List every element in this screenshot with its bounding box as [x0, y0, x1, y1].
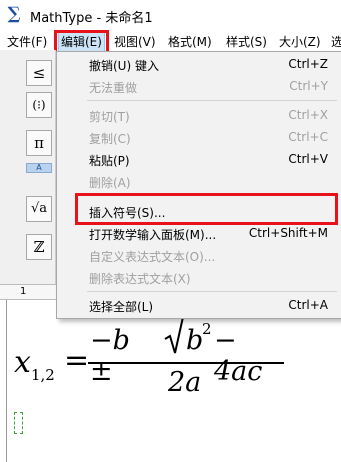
formula-numerator-part: −b ±	[90, 325, 130, 387]
sets-palette-button[interactable]: ℤ	[26, 234, 52, 260]
shortcut-paste: Ctrl+V	[288, 152, 328, 166]
fraction-bar	[88, 362, 284, 364]
menu-item-copy: 复制(C)	[89, 132, 131, 146]
menu-separator	[87, 100, 337, 101]
title-bar: ∑ MathType - 未命名1	[0, 0, 341, 30]
shortcut-redo: Ctrl+Y	[289, 79, 328, 93]
window-title: MathType - 未命名1	[30, 11, 153, 26]
menu-size[interactable]: 大小(Z)	[279, 33, 321, 50]
formula-radicand-base: b	[186, 325, 204, 356]
insert-symbol-highlight-box	[75, 193, 338, 225]
menu-view[interactable]: 视图(V)	[114, 33, 156, 50]
formula-radicand-rest: − 4ac	[214, 325, 263, 387]
radical-sign-icon	[164, 316, 184, 354]
edit-menu-dropdown: 撤销(U) 键入 Ctrl+Z 无法重做 Ctrl+Y 剪切(T) Ctrl+X…	[56, 51, 341, 319]
shortcut-math-input-panel: Ctrl+Shift+M	[248, 226, 328, 240]
formula-lhs-subscript: 1,2	[31, 366, 55, 384]
palette-tab[interactable]: A	[26, 163, 52, 173]
fences-palette-button[interactable]: (⁝)	[26, 92, 52, 118]
menu-file[interactable]: 文件(F)	[7, 33, 47, 50]
symbol-palette: ≤ (⁝) π A √a ℤ	[0, 50, 56, 300]
formula-lhs-var: x	[14, 345, 31, 380]
menu-more[interactable]: 选	[331, 33, 341, 50]
menu-item-select-all[interactable]: 选择全部(L)	[89, 298, 153, 315]
relations-palette-button[interactable]: ≤	[26, 60, 52, 86]
radicals-palette-button[interactable]: √a	[26, 196, 52, 222]
insertion-slot[interactable]	[14, 412, 23, 434]
shortcut-copy: Ctrl+C	[288, 130, 328, 144]
menu-format[interactable]: 格式(M)	[168, 33, 212, 50]
menu-item-cut: 剪切(T)	[89, 110, 130, 124]
menu-separator	[87, 291, 337, 292]
ruler-mark-label: 1	[20, 286, 27, 297]
menu-style[interactable]: 样式(S)	[226, 33, 267, 50]
menu-item-redo: 无法重做	[89, 81, 138, 95]
shortcut-cut: Ctrl+X	[288, 108, 328, 122]
menu-bar: 文件(F) 编辑(E) 视图(V) 格式(M) 样式(S) 大小(Z) 选	[0, 30, 341, 52]
formula-radicand-exponent: 2	[202, 320, 212, 338]
menu-item-undo[interactable]: 撤销(U) 键入	[89, 57, 159, 74]
mathtype-logo-icon: ∑	[7, 4, 21, 24]
formula-denominator: 2a	[168, 367, 202, 398]
editor-left-border	[6, 300, 7, 462]
menu-item-paste[interactable]: 粘贴(P)	[89, 152, 130, 169]
formula-equals: =	[64, 343, 90, 378]
shortcut-undo: Ctrl+Z	[288, 57, 328, 71]
greek-palette-button[interactable]: π	[26, 130, 52, 156]
menu-item-delete-expression-text: 删除表达式文本(X)	[89, 272, 191, 286]
menu-item-open-math-input-panel[interactable]: 打开数学输入面板(M)...	[89, 226, 216, 243]
menu-item-delete: 删除(A)	[89, 176, 131, 190]
shortcut-select-all: Ctrl+A	[288, 298, 328, 312]
menu-item-custom-expression-text: 自定义表达式文本(O)...	[89, 250, 216, 264]
